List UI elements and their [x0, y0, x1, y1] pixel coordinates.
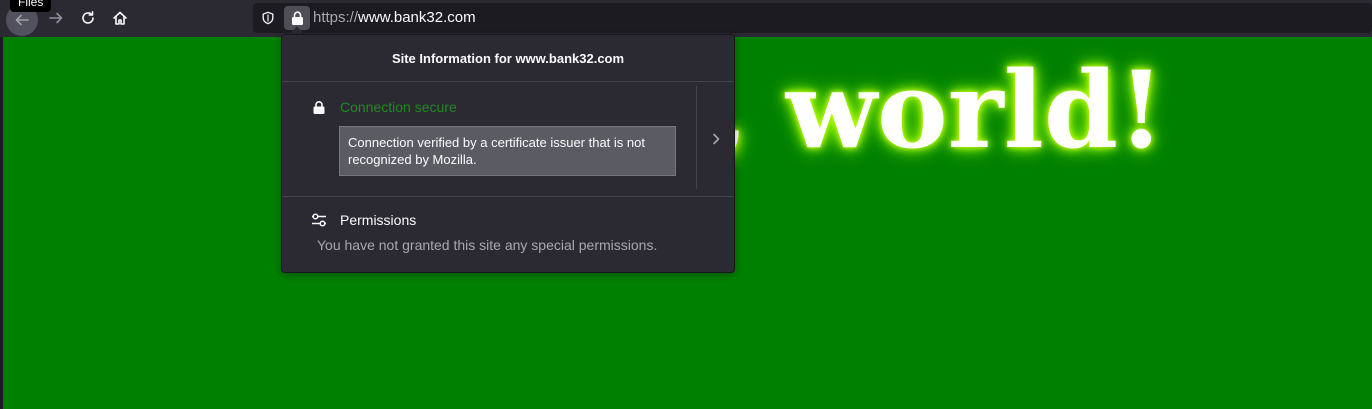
connection-section[interactable]: Connection secure Connection verified by…	[282, 82, 734, 197]
arrow-right-icon	[49, 12, 63, 24]
site-information-panel: Site Information for www.bank32.com Conn…	[281, 34, 735, 273]
sliders-icon	[312, 213, 326, 227]
home-button[interactable]	[105, 3, 135, 33]
permissions-title: Permissions	[340, 212, 417, 228]
url-text[interactable]: https://www.bank32.com	[313, 3, 476, 33]
browser-toolbar: Files https://www.bank32.com	[0, 0, 1372, 37]
connection-status: Connection secure	[340, 99, 457, 115]
reload-icon	[82, 11, 94, 24]
permissions-section: Permissions You have not granted this si…	[282, 197, 734, 271]
url-scheme: https://	[313, 9, 359, 26]
back-tooltip: Files	[10, 0, 52, 12]
connection-details-button[interactable]	[697, 82, 735, 195]
connection-description: Connection verified by a certificate iss…	[339, 126, 676, 176]
reload-button[interactable]	[73, 3, 103, 33]
chevron-right-icon	[713, 133, 720, 144]
tracking-protection-button[interactable]	[256, 6, 280, 30]
url-bar[interactable]: https://www.bank32.com	[253, 3, 1372, 33]
home-icon	[113, 11, 127, 25]
url-host: www.bank32.com	[358, 9, 476, 26]
shield-icon	[262, 11, 274, 25]
lock-icon	[291, 11, 303, 25]
panel-title: Site Information for www.bank32.com	[282, 35, 734, 82]
arrow-left-icon	[15, 14, 29, 26]
permissions-description: You have not granted this site any speci…	[317, 237, 658, 253]
lock-icon	[313, 101, 325, 114]
